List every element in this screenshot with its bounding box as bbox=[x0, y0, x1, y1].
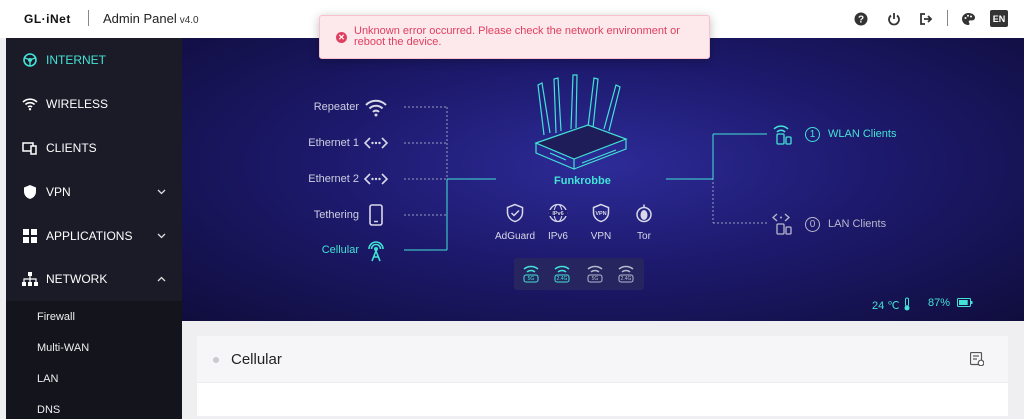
band-label: 2.4G bbox=[620, 276, 632, 282]
source-label-ethernet-1[interactable]: Ethernet 1 bbox=[269, 137, 359, 149]
shield-icon bbox=[22, 184, 38, 200]
internet-icon bbox=[22, 52, 38, 68]
sidebar-item-label: VPN bbox=[46, 185, 71, 199]
thermometer-icon bbox=[904, 297, 910, 311]
ipv6-icon: IPv6 bbox=[548, 203, 568, 223]
wifi-band-status: 5G 2.4G 5G 2.4G bbox=[514, 258, 644, 290]
adguard-icon bbox=[506, 203, 524, 223]
service-label: AdGuard bbox=[495, 231, 536, 242]
service-label: Tor bbox=[637, 231, 651, 242]
wlan-clients-icon[interactable] bbox=[772, 123, 794, 145]
chevron-down-icon bbox=[157, 187, 166, 198]
lan-clients-icon[interactable] bbox=[772, 213, 794, 235]
band-label: 2.4G bbox=[556, 276, 568, 282]
vpn-icon: VPN bbox=[592, 203, 610, 223]
sidebar-item-label: NETWORK bbox=[46, 272, 108, 286]
power-icon[interactable] bbox=[886, 11, 902, 27]
source-label-ethernet-2[interactable]: Ethernet 2 bbox=[269, 173, 359, 185]
submenu-item-firewall[interactable]: Firewall bbox=[37, 311, 75, 323]
error-toast: ✕ Unknown error occurred. Please check t… bbox=[319, 15, 710, 59]
sidebar-item-vpn[interactable]: VPN bbox=[6, 170, 182, 214]
band-label: 5G bbox=[527, 276, 535, 282]
toolbar-divider bbox=[947, 10, 948, 26]
error-icon: ✕ bbox=[336, 32, 347, 43]
lan-clients-count: 0 bbox=[805, 217, 820, 232]
cellular-icon[interactable] bbox=[364, 238, 388, 262]
logout-icon[interactable] bbox=[918, 11, 934, 27]
wifi-band-icons bbox=[523, 265, 634, 283]
lan-clients-label[interactable]: LAN Clients bbox=[828, 218, 886, 230]
network-topology-panel: Repeater Ethernet 1 Ethernet 2 Tethering… bbox=[182, 38, 1024, 321]
service-adguard[interactable]: AdGuard bbox=[495, 203, 535, 242]
help-icon[interactable]: ? bbox=[853, 11, 869, 27]
apps-icon bbox=[22, 228, 38, 244]
router-image bbox=[534, 74, 628, 170]
card-title: Cellular bbox=[231, 351, 282, 368]
card-header: Cellular bbox=[197, 336, 1008, 383]
submenu-item-dns[interactable]: DNS bbox=[37, 404, 60, 416]
network-submenu: Firewall Multi-WAN LAN DNS bbox=[6, 301, 182, 419]
sidebar-item-network[interactable]: NETWORK bbox=[6, 257, 182, 301]
svg-text:?: ? bbox=[858, 15, 864, 26]
service-label: VPN bbox=[590, 231, 612, 242]
theme-icon[interactable] bbox=[960, 11, 976, 27]
service-tor[interactable]: Tor bbox=[624, 203, 664, 242]
cellular-card: Cellular bbox=[197, 336, 1008, 416]
band-label: 5G bbox=[591, 276, 599, 282]
status-dot bbox=[213, 357, 219, 363]
svg-text:IPv6: IPv6 bbox=[552, 211, 563, 217]
service-label: IPv6 bbox=[547, 231, 568, 242]
sidebar-item-label: INTERNET bbox=[46, 53, 106, 67]
wifi-icon[interactable] bbox=[364, 96, 388, 120]
service-ipv6[interactable]: IPv6 IPv6 bbox=[538, 203, 578, 242]
submenu-item-multi-wan[interactable]: Multi-WAN bbox=[37, 342, 89, 354]
chevron-up-icon bbox=[157, 274, 166, 285]
sidebar-item-internet[interactable]: INTERNET bbox=[6, 38, 182, 82]
clients-icon bbox=[22, 140, 38, 156]
chevron-down-icon bbox=[157, 231, 166, 242]
header-divider bbox=[88, 10, 89, 26]
svg-text:VPN: VPN bbox=[595, 211, 606, 217]
sidebar-item-label: CLIENTS bbox=[46, 141, 97, 155]
phone-icon[interactable] bbox=[364, 203, 388, 227]
version-label: v4.0 bbox=[179, 15, 199, 26]
sidebar-item-label: WIRELESS bbox=[46, 97, 109, 111]
source-label-tethering[interactable]: Tethering bbox=[269, 209, 359, 221]
page-title: Admin Panel v4.0 bbox=[103, 11, 199, 26]
language-selector[interactable]: EN bbox=[990, 10, 1008, 27]
source-label-repeater[interactable]: Repeater bbox=[269, 101, 359, 113]
source-label-cellular[interactable]: Cellular bbox=[269, 244, 359, 256]
battery-readout: 87% bbox=[928, 297, 973, 309]
sidebar-item-wireless[interactable]: WIRELESS bbox=[6, 82, 182, 126]
battery-icon bbox=[957, 298, 973, 307]
error-message: Unknown error occurred. Please check the… bbox=[354, 25, 680, 48]
sidebar-item-label: APPLICATIONS bbox=[46, 229, 133, 243]
service-vpn[interactable]: VPN VPN bbox=[581, 203, 621, 242]
wlan-clients-label[interactable]: WLAN Clients bbox=[828, 128, 896, 140]
ethernet-icon[interactable] bbox=[364, 131, 388, 155]
wlan-clients-count: 1 bbox=[805, 127, 820, 142]
submenu-item-lan[interactable]: LAN bbox=[37, 373, 58, 385]
tor-icon bbox=[636, 204, 652, 223]
ethernet-icon[interactable] bbox=[364, 167, 388, 191]
sidebar-item-clients[interactable]: CLIENTS bbox=[6, 126, 182, 170]
temperature-readout: 24 ℃ bbox=[872, 297, 911, 312]
network-icon bbox=[22, 271, 38, 287]
device-name: Funkrobbe bbox=[554, 175, 611, 187]
wifi-icon bbox=[22, 96, 38, 112]
sidebar-item-applications[interactable]: APPLICATIONS bbox=[6, 214, 182, 258]
brand-logo[interactable]: GL·iNet bbox=[24, 12, 71, 26]
settings-list-icon[interactable] bbox=[969, 351, 985, 367]
sidebar: INTERNET WIRELESS CLIENTS VPN APPLICATIO… bbox=[6, 38, 182, 419]
